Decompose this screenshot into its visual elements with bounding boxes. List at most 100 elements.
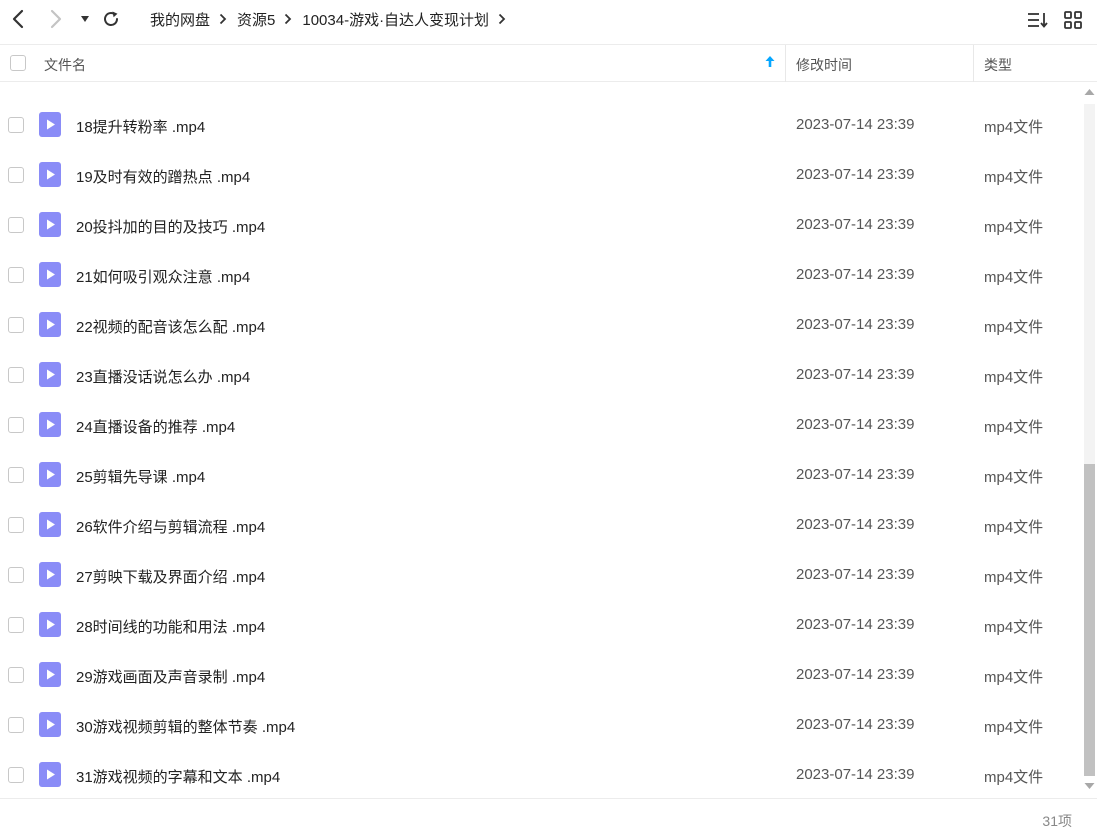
table-row[interactable]: 20投抖加的目的及技巧 .mp4 2023-07-14 23:39 mp4文件 (0, 200, 1080, 250)
row-checkbox[interactable] (8, 317, 24, 333)
partial-table-row[interactable] (0, 82, 1080, 88)
row-checkbox[interactable] (8, 417, 24, 433)
column-divider[interactable] (785, 45, 786, 82)
file-type: mp4文件 (984, 719, 1044, 736)
video-file-icon (39, 762, 61, 787)
scrollbar-track[interactable] (1084, 104, 1095, 464)
breadcrumb: 我的网盘 资源5 10034-游戏·自达人变现计划 (150, 8, 516, 30)
table-row[interactable]: 27剪映下载及界面介绍 .mp4 2023-07-14 23:39 mp4文件 (0, 550, 1080, 600)
breadcrumb-item-my-drive[interactable]: 我的网盘 (150, 9, 210, 30)
row-checkbox[interactable] (8, 467, 24, 483)
chevron-right-icon (284, 13, 292, 25)
video-file-icon (39, 712, 61, 737)
video-file-icon (39, 112, 61, 137)
column-divider[interactable] (973, 45, 974, 82)
file-name[interactable]: 23直播没话说怎么办 .mp4 (76, 366, 250, 387)
video-file-icon (39, 212, 61, 237)
chevron-right-icon[interactable] (498, 13, 506, 25)
file-list[interactable]: 18提升转粉率 .mp4 2023-07-14 23:39 mp4文件 19及时有效的… (0, 82, 1080, 798)
file-name[interactable]: 27剪映下载及界面介绍 .mp4 (76, 566, 265, 587)
file-name[interactable]: 31游戏视频的字幕和文本 .mp4 (76, 766, 280, 787)
column-header-name[interactable]: 文件名 (44, 55, 86, 75)
video-file-icon (39, 662, 61, 687)
video-file-icon (39, 512, 61, 537)
table-row[interactable]: 29游戏画面及声音录制 .mp4 2023-07-14 23:39 mp4文件 (0, 650, 1080, 700)
file-name[interactable]: 18提升转粉率 .mp4 (76, 116, 205, 137)
table-row[interactable]: 23直播没话说怎么办 .mp4 2023-07-14 23:39 mp4文件 (0, 350, 1080, 400)
file-type: mp4文件 (984, 619, 1044, 636)
table-row[interactable]: 22视频的配音该怎么配 .mp4 2023-07-14 23:39 mp4文件 (0, 300, 1080, 350)
breadcrumb-item-current-folder[interactable]: 10034-游戏·自达人变现计划 (302, 9, 489, 30)
vertical-scrollbar[interactable] (1081, 82, 1097, 798)
file-modified-time: 2023-07-14 23:39 (796, 616, 915, 633)
row-checkbox[interactable] (8, 617, 24, 633)
file-modified-time: 2023-07-14 23:39 (796, 566, 915, 583)
scroll-down-arrow-icon[interactable] (1084, 782, 1095, 790)
table-row[interactable]: 18提升转粉率 .mp4 2023-07-14 23:39 mp4文件 (0, 100, 1080, 150)
table-row[interactable]: 19及时有效的蹭热点 .mp4 2023-07-14 23:39 mp4文件 (0, 150, 1080, 200)
file-name[interactable]: 25剪辑先导课 .mp4 (76, 466, 205, 487)
toolbar: 我的网盘 资源5 10034-游戏·自达人变现计划 (0, 0, 1097, 40)
file-modified-time: 2023-07-14 23:39 (796, 516, 915, 533)
refresh-button[interactable] (100, 6, 122, 32)
row-checkbox[interactable] (8, 567, 24, 583)
file-name[interactable]: 29游戏画面及声音录制 .mp4 (76, 666, 265, 687)
file-modified-time: 2023-07-14 23:39 (796, 716, 915, 733)
table-row[interactable]: 21如何吸引观众注意 .mp4 2023-07-14 23:39 mp4文件 (0, 250, 1080, 300)
row-checkbox[interactable] (8, 367, 24, 383)
table-row[interactable]: 25剪辑先导课 .mp4 2023-07-14 23:39 mp4文件 (0, 450, 1080, 500)
file-name[interactable]: 21如何吸引观众注意 .mp4 (76, 266, 250, 287)
file-name[interactable]: 19及时有效的蹭热点 .mp4 (76, 166, 250, 187)
file-type: mp4文件 (984, 669, 1044, 686)
chevron-right-icon (50, 9, 62, 29)
column-header-type[interactable]: 类型 (984, 55, 1012, 75)
table-row[interactable]: 30游戏视频剪辑的整体节奏 .mp4 2023-07-14 23:39 mp4文件 (0, 700, 1080, 750)
row-checkbox[interactable] (8, 667, 24, 683)
column-header: 文件名 修改时间 类型 (0, 44, 1097, 82)
sort-button[interactable] (1026, 8, 1050, 32)
scrollbar-thumb[interactable] (1084, 464, 1095, 776)
select-all-checkbox[interactable] (10, 55, 26, 71)
file-modified-time: 2023-07-14 23:39 (796, 216, 915, 233)
file-modified-time: 2023-07-14 23:39 (796, 416, 915, 433)
row-checkbox[interactable] (8, 117, 24, 133)
column-header-modified-time[interactable]: 修改时间 (796, 55, 852, 75)
scroll-up-arrow-icon[interactable] (1084, 88, 1095, 96)
grid-view-icon (1064, 11, 1082, 29)
file-name[interactable]: 28时间线的功能和用法 .mp4 (76, 616, 265, 637)
caret-down-icon (81, 16, 89, 22)
file-name[interactable]: 30游戏视频剪辑的整体节奏 .mp4 (76, 716, 295, 737)
file-modified-time: 2023-07-14 23:39 (796, 266, 915, 283)
file-modified-time: 2023-07-14 23:39 (796, 766, 915, 783)
file-type: mp4文件 (984, 569, 1044, 586)
history-dropdown-button[interactable] (78, 6, 92, 32)
back-button[interactable] (8, 6, 28, 32)
row-checkbox[interactable] (8, 517, 24, 533)
video-file-icon (39, 162, 61, 187)
table-row[interactable]: 28时间线的功能和用法 .mp4 2023-07-14 23:39 mp4文件 (0, 600, 1080, 650)
forward-button[interactable] (46, 6, 66, 32)
table-row[interactable]: 26软件介绍与剪辑流程 .mp4 2023-07-14 23:39 mp4文件 (0, 500, 1080, 550)
file-name[interactable]: 24直播设备的推荐 .mp4 (76, 416, 235, 437)
row-checkbox[interactable] (8, 167, 24, 183)
view-mode-button[interactable] (1061, 8, 1085, 32)
video-file-icon (39, 412, 61, 437)
table-row[interactable]: 31游戏视频的字幕和文本 .mp4 2023-07-14 23:39 mp4文件 (0, 750, 1080, 798)
row-checkbox[interactable] (8, 217, 24, 233)
video-file-icon (39, 262, 61, 287)
file-name[interactable]: 22视频的配音该怎么配 .mp4 (76, 316, 265, 337)
file-name[interactable]: 26软件介绍与剪辑流程 .mp4 (76, 516, 265, 537)
row-checkbox[interactable] (8, 767, 24, 783)
row-checkbox[interactable] (8, 717, 24, 733)
breadcrumb-item-resource[interactable]: 资源5 (237, 9, 275, 30)
file-modified-time: 2023-07-14 23:39 (796, 166, 915, 183)
chevron-right-icon (219, 13, 227, 25)
video-file-icon (39, 312, 61, 337)
sort-ascending-icon[interactable] (764, 55, 776, 69)
table-row[interactable]: 24直播设备的推荐 .mp4 2023-07-14 23:39 mp4文件 (0, 400, 1080, 450)
row-checkbox[interactable] (8, 267, 24, 283)
file-name[interactable]: 20投抖加的目的及技巧 .mp4 (76, 216, 265, 237)
file-modified-time: 2023-07-14 23:39 (796, 316, 915, 333)
video-file-icon (39, 562, 61, 587)
file-type: mp4文件 (984, 319, 1044, 336)
